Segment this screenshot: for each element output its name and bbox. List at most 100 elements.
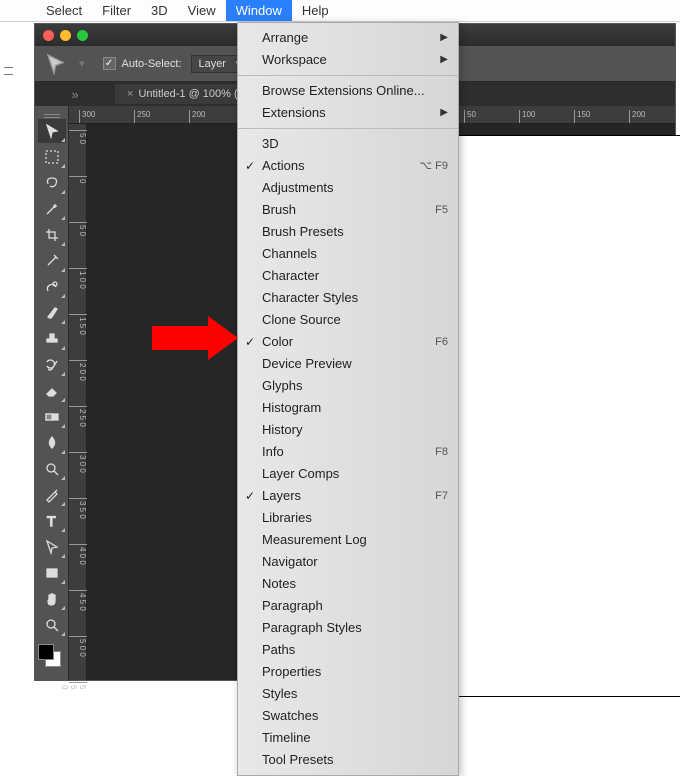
color-swatches[interactable]	[38, 644, 66, 672]
submenu-arrow-icon: ▶	[440, 104, 448, 122]
menubar-item-help[interactable]: Help	[292, 0, 339, 21]
menu-item-3d[interactable]: 3D	[238, 133, 458, 155]
minimize-window-button[interactable]	[60, 30, 71, 41]
menu-item-label: Styles	[262, 685, 297, 703]
check-icon: ✓	[244, 490, 256, 503]
menu-item-brush-presets[interactable]: Brush Presets	[238, 221, 458, 243]
close-window-button[interactable]	[43, 30, 54, 41]
menu-item-label: Adjustments	[262, 179, 334, 197]
auto-select-label: Auto-Select:	[122, 58, 182, 70]
lasso-tool[interactable]	[38, 171, 66, 195]
menu-item-brush[interactable]: BrushF5	[238, 199, 458, 221]
ruler-tick: 3 0 0	[69, 452, 87, 473]
menubar-item-select[interactable]: Select	[36, 0, 92, 21]
zoom-window-button[interactable]	[77, 30, 88, 41]
menubar-item-window[interactable]: Window	[226, 0, 292, 21]
type-tool[interactable]: T	[38, 509, 66, 533]
menubar-item-filter[interactable]: Filter	[92, 0, 141, 21]
menu-item-arrange[interactable]: Arrange▶	[238, 27, 458, 49]
menu-item-libraries[interactable]: Libraries	[238, 507, 458, 529]
menu-shortcut: ⌥ F9	[419, 157, 448, 175]
ruler-tick: 3 5 0	[69, 498, 87, 519]
menu-item-label: Clone Source	[262, 311, 341, 329]
menu-item-character-styles[interactable]: Character Styles	[238, 287, 458, 309]
marquee-tool[interactable]	[38, 145, 66, 169]
menu-shortcut: F6	[435, 333, 448, 351]
menu-item-label: Navigator	[262, 553, 318, 571]
menu-item-extensions[interactable]: Extensions▶	[238, 102, 458, 124]
menu-item-navigator[interactable]: Navigator	[238, 551, 458, 573]
ruler-tick: 50	[464, 110, 476, 124]
close-tab-icon[interactable]: ×	[127, 88, 133, 100]
zoom-tool[interactable]	[38, 613, 66, 637]
history-brush-tool[interactable]	[38, 353, 66, 377]
menubar-item-view[interactable]: View	[178, 0, 226, 21]
menu-item-channels[interactable]: Channels	[238, 243, 458, 265]
submenu-arrow-icon: ▶	[440, 51, 448, 69]
rect-tool[interactable]	[38, 561, 66, 585]
pen-tool[interactable]	[38, 483, 66, 507]
left-dock-handle[interactable]	[4, 60, 13, 82]
menu-item-label: Paragraph	[262, 597, 323, 615]
menu-item-label: Channels	[262, 245, 317, 263]
ruler-tick: 4 5 0	[69, 590, 87, 611]
eraser-tool[interactable]	[38, 379, 66, 403]
menu-item-label: Brush	[262, 201, 296, 219]
gradient-tool[interactable]	[38, 405, 66, 429]
move-tool[interactable]	[38, 119, 66, 143]
blur-tool[interactable]	[38, 431, 66, 455]
wand-tool[interactable]	[38, 197, 66, 221]
crop-tool[interactable]	[38, 223, 66, 247]
panel-toggle-handle[interactable]: »	[35, 82, 115, 106]
ruler-tick: 200	[189, 110, 205, 124]
menu-item-color[interactable]: ✓ColorF6	[238, 331, 458, 353]
menu-item-glyphs[interactable]: Glyphs	[238, 375, 458, 397]
menu-item-label: Layer Comps	[262, 465, 339, 483]
menu-item-label: Measurement Log	[262, 531, 367, 549]
menu-item-history[interactable]: History	[238, 419, 458, 441]
ruler-tick: 300	[79, 110, 95, 124]
hand-tool[interactable]	[38, 587, 66, 611]
menu-item-layers[interactable]: ✓LayersF7	[238, 485, 458, 507]
menu-item-label: Notes	[262, 575, 296, 593]
menu-item-character[interactable]: Character	[238, 265, 458, 287]
brush-tool[interactable]	[38, 301, 66, 325]
menu-item-label: Paths	[262, 641, 295, 659]
menu-item-workspace[interactable]: Workspace ▶	[238, 49, 458, 71]
auto-select-toggle[interactable]: ✓ Auto-Select:	[103, 57, 182, 70]
ruler-tick: 5 5 0	[69, 682, 87, 689]
menu-item-label: Workspace	[262, 51, 327, 69]
menubar-item-3d[interactable]: 3D	[141, 0, 178, 21]
menu-item-device-preview[interactable]: Device Preview	[238, 353, 458, 375]
menu-item-info[interactable]: InfoF8	[238, 441, 458, 463]
healing-tool[interactable]	[38, 275, 66, 299]
menu-item-paragraph[interactable]: Paragraph	[238, 595, 458, 617]
dodge-tool[interactable]	[38, 457, 66, 481]
menu-item-measurement-log[interactable]: Measurement Log	[238, 529, 458, 551]
menu-item-styles[interactable]: Styles	[238, 683, 458, 705]
menu-item-notes[interactable]: Notes	[238, 573, 458, 595]
menu-item-label: Character	[262, 267, 319, 285]
ruler-tick: 1 0 0	[69, 268, 87, 289]
eyedropper-tool[interactable]	[38, 249, 66, 273]
ruler-tick: 4 0 0	[69, 544, 87, 565]
menu-item-clone-source[interactable]: Clone Source	[238, 309, 458, 331]
menu-item-histogram[interactable]: Histogram	[238, 397, 458, 419]
menu-item-label: Properties	[262, 663, 321, 681]
menu-item-timeline[interactable]: Timeline	[238, 727, 458, 749]
menu-item-actions[interactable]: ✓Actions⌥ F9	[238, 155, 458, 177]
menu-item-swatches[interactable]: Swatches	[238, 705, 458, 727]
menu-item-adjustments[interactable]: Adjustments	[238, 177, 458, 199]
move-tool-preset-icon[interactable]	[45, 54, 69, 74]
menu-item-layer-comps[interactable]: Layer Comps	[238, 463, 458, 485]
menu-item-paragraph-styles[interactable]: Paragraph Styles	[238, 617, 458, 639]
stamp-tool[interactable]	[38, 327, 66, 351]
menu-item-tool-presets[interactable]: Tool Presets	[238, 749, 458, 771]
menu-item-paths[interactable]: Paths	[238, 639, 458, 661]
menu-item-label: Timeline	[262, 729, 311, 747]
menu-item-label: 3D	[262, 135, 279, 153]
tools-panel: T	[35, 106, 69, 680]
menu-item-label: Actions	[262, 157, 305, 175]
menu-item-browse-extensions-online-[interactable]: Browse Extensions Online...	[238, 80, 458, 102]
path-select-tool[interactable]	[38, 535, 66, 559]
